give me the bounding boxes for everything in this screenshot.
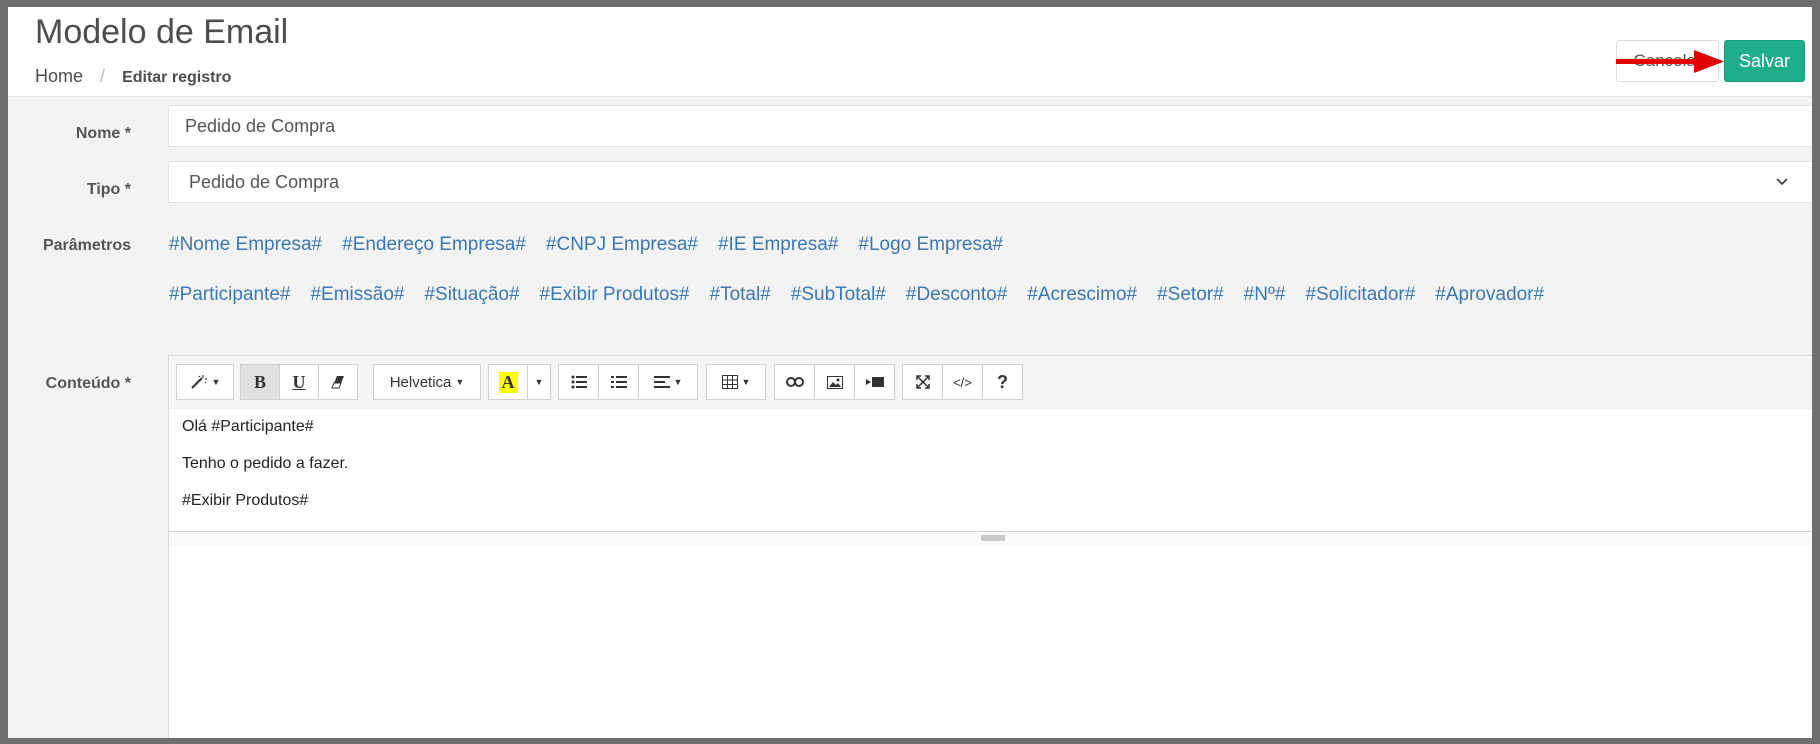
clear-format-button[interactable] bbox=[318, 364, 358, 400]
editor-toolbar: ▼ B U Helvetica ▼ A ▼ ▼ ▼ </> ? bbox=[169, 356, 1812, 409]
bold-button[interactable]: B bbox=[240, 364, 280, 400]
content-line: #Exibir Produtos# bbox=[182, 492, 309, 509]
caret-down-icon: ▼ bbox=[534, 377, 544, 387]
param-subtotal[interactable]: #SubTotal# bbox=[791, 284, 886, 305]
page-header: Modelo de Email Home / Editar registro C… bbox=[8, 7, 1812, 97]
table-button[interactable]: ▼ bbox=[706, 364, 766, 400]
content-line: Olá #Participante# bbox=[182, 418, 314, 435]
param-exibir-produtos[interactable]: #Exibir Produtos# bbox=[540, 284, 690, 305]
save-button[interactable]: Salvar bbox=[1724, 40, 1805, 82]
param-numero[interactable]: #Nº# bbox=[1244, 284, 1286, 305]
param-nome-empresa[interactable]: #Nome Empresa# bbox=[169, 234, 322, 255]
param-logo-empresa[interactable]: #Logo Empresa# bbox=[858, 234, 1003, 255]
param-ie-empresa[interactable]: #IE Empresa# bbox=[718, 234, 838, 255]
magic-wand-icon bbox=[190, 375, 207, 389]
param-solicitador[interactable]: #Solicitador# bbox=[1305, 284, 1415, 305]
table-icon bbox=[721, 375, 738, 389]
param-emissao[interactable]: #Emissão# bbox=[310, 284, 404, 305]
parametros-row-1: #Nome Empresa# #Endereço Empresa# #CNPJ Em… bbox=[169, 234, 1023, 256]
param-desconto[interactable]: #Desconto# bbox=[906, 284, 1007, 305]
app-frame: Modelo de Email Home / Editar registro C… bbox=[8, 7, 1812, 738]
link-button[interactable] bbox=[774, 364, 815, 400]
annotation-arrow-icon bbox=[1616, 50, 1724, 73]
breadcrumb-separator: / bbox=[100, 66, 106, 86]
nome-label: Nome * bbox=[75, 125, 131, 142]
param-acrescimo[interactable]: #Acrescimo# bbox=[1027, 284, 1137, 305]
param-participante[interactable]: #Participante# bbox=[169, 284, 290, 305]
caret-down-icon: ▼ bbox=[741, 377, 751, 387]
paragraph-align-button[interactable]: ▼ bbox=[638, 364, 698, 400]
help-icon: ? bbox=[997, 371, 1008, 392]
caret-down-icon: ▼ bbox=[455, 377, 465, 387]
text-color-button[interactable]: A bbox=[488, 364, 528, 400]
caret-down-icon: ▼ bbox=[673, 377, 683, 387]
caret-down-icon: ▼ bbox=[211, 377, 221, 387]
chevron-down-icon bbox=[1776, 178, 1788, 186]
underline-button[interactable]: U bbox=[279, 364, 319, 400]
text-color-dropdown[interactable]: ▼ bbox=[527, 364, 551, 400]
eraser-icon bbox=[331, 376, 344, 389]
help-button[interactable]: ? bbox=[982, 364, 1023, 400]
fullscreen-icon bbox=[915, 375, 930, 389]
tipo-selected-value: Pedido de Compra bbox=[189, 172, 340, 192]
style-button[interactable]: ▼ bbox=[176, 364, 234, 400]
editor-resize-handle[interactable] bbox=[169, 531, 1812, 546]
video-icon bbox=[865, 377, 884, 387]
font-family-value: Helvetica bbox=[389, 373, 452, 391]
param-cnpj-empresa[interactable]: #CNPJ Empresa# bbox=[546, 234, 698, 255]
align-icon bbox=[653, 376, 670, 388]
highlight-icon: A bbox=[498, 371, 518, 393]
page-title: Modelo de Email bbox=[35, 13, 289, 51]
breadcrumb: Home / Editar registro bbox=[35, 66, 231, 87]
parametros-row-2: #Participante# #Emissão# #Situação# #Exibir… bbox=[169, 284, 1564, 306]
breadcrumb-home-link[interactable]: Home bbox=[35, 66, 83, 86]
image-icon bbox=[826, 375, 843, 389]
breadcrumb-current: Editar registro bbox=[122, 69, 232, 86]
unordered-list-button[interactable] bbox=[558, 364, 599, 400]
font-family-select[interactable]: Helvetica ▼ bbox=[373, 364, 481, 400]
code-view-icon: </> bbox=[953, 374, 972, 390]
parametros-label: Parâmetros bbox=[42, 237, 131, 254]
param-setor[interactable]: #Setor# bbox=[1157, 284, 1224, 305]
rich-text-editor: ▼ B U Helvetica ▼ A ▼ ▼ ▼ </> ? Olá #Par… bbox=[168, 355, 1812, 738]
content-line: Tenho o pedido a fazer. bbox=[182, 455, 349, 472]
code-view-button[interactable]: </> bbox=[942, 364, 983, 400]
editor-content[interactable]: Olá #Participante# Tenho o pedido a faze… bbox=[182, 418, 348, 529]
resize-grip-icon bbox=[981, 535, 1005, 541]
unordered-list-icon bbox=[571, 375, 587, 389]
conteudo-label: Conteúdo * bbox=[45, 375, 131, 392]
bold-icon: B bbox=[253, 371, 266, 392]
link-icon bbox=[785, 377, 804, 387]
ordered-list-icon bbox=[610, 376, 627, 388]
param-total[interactable]: #Total# bbox=[710, 284, 771, 305]
param-situacao[interactable]: #Situação# bbox=[424, 284, 519, 305]
ordered-list-button[interactable] bbox=[598, 364, 639, 400]
param-endereco-empresa[interactable]: #Endereço Empresa# bbox=[342, 234, 526, 255]
param-aprovador[interactable]: #Aprovador# bbox=[1435, 284, 1544, 305]
tipo-label: Tipo * bbox=[86, 181, 131, 198]
video-button[interactable] bbox=[854, 364, 895, 400]
fullscreen-button[interactable] bbox=[902, 364, 943, 400]
underline-icon: U bbox=[292, 371, 306, 392]
tipo-select[interactable]: Pedido de Compra bbox=[168, 161, 1812, 203]
image-button[interactable] bbox=[814, 364, 855, 400]
nome-input[interactable]: Pedido de Compra bbox=[168, 105, 1812, 147]
